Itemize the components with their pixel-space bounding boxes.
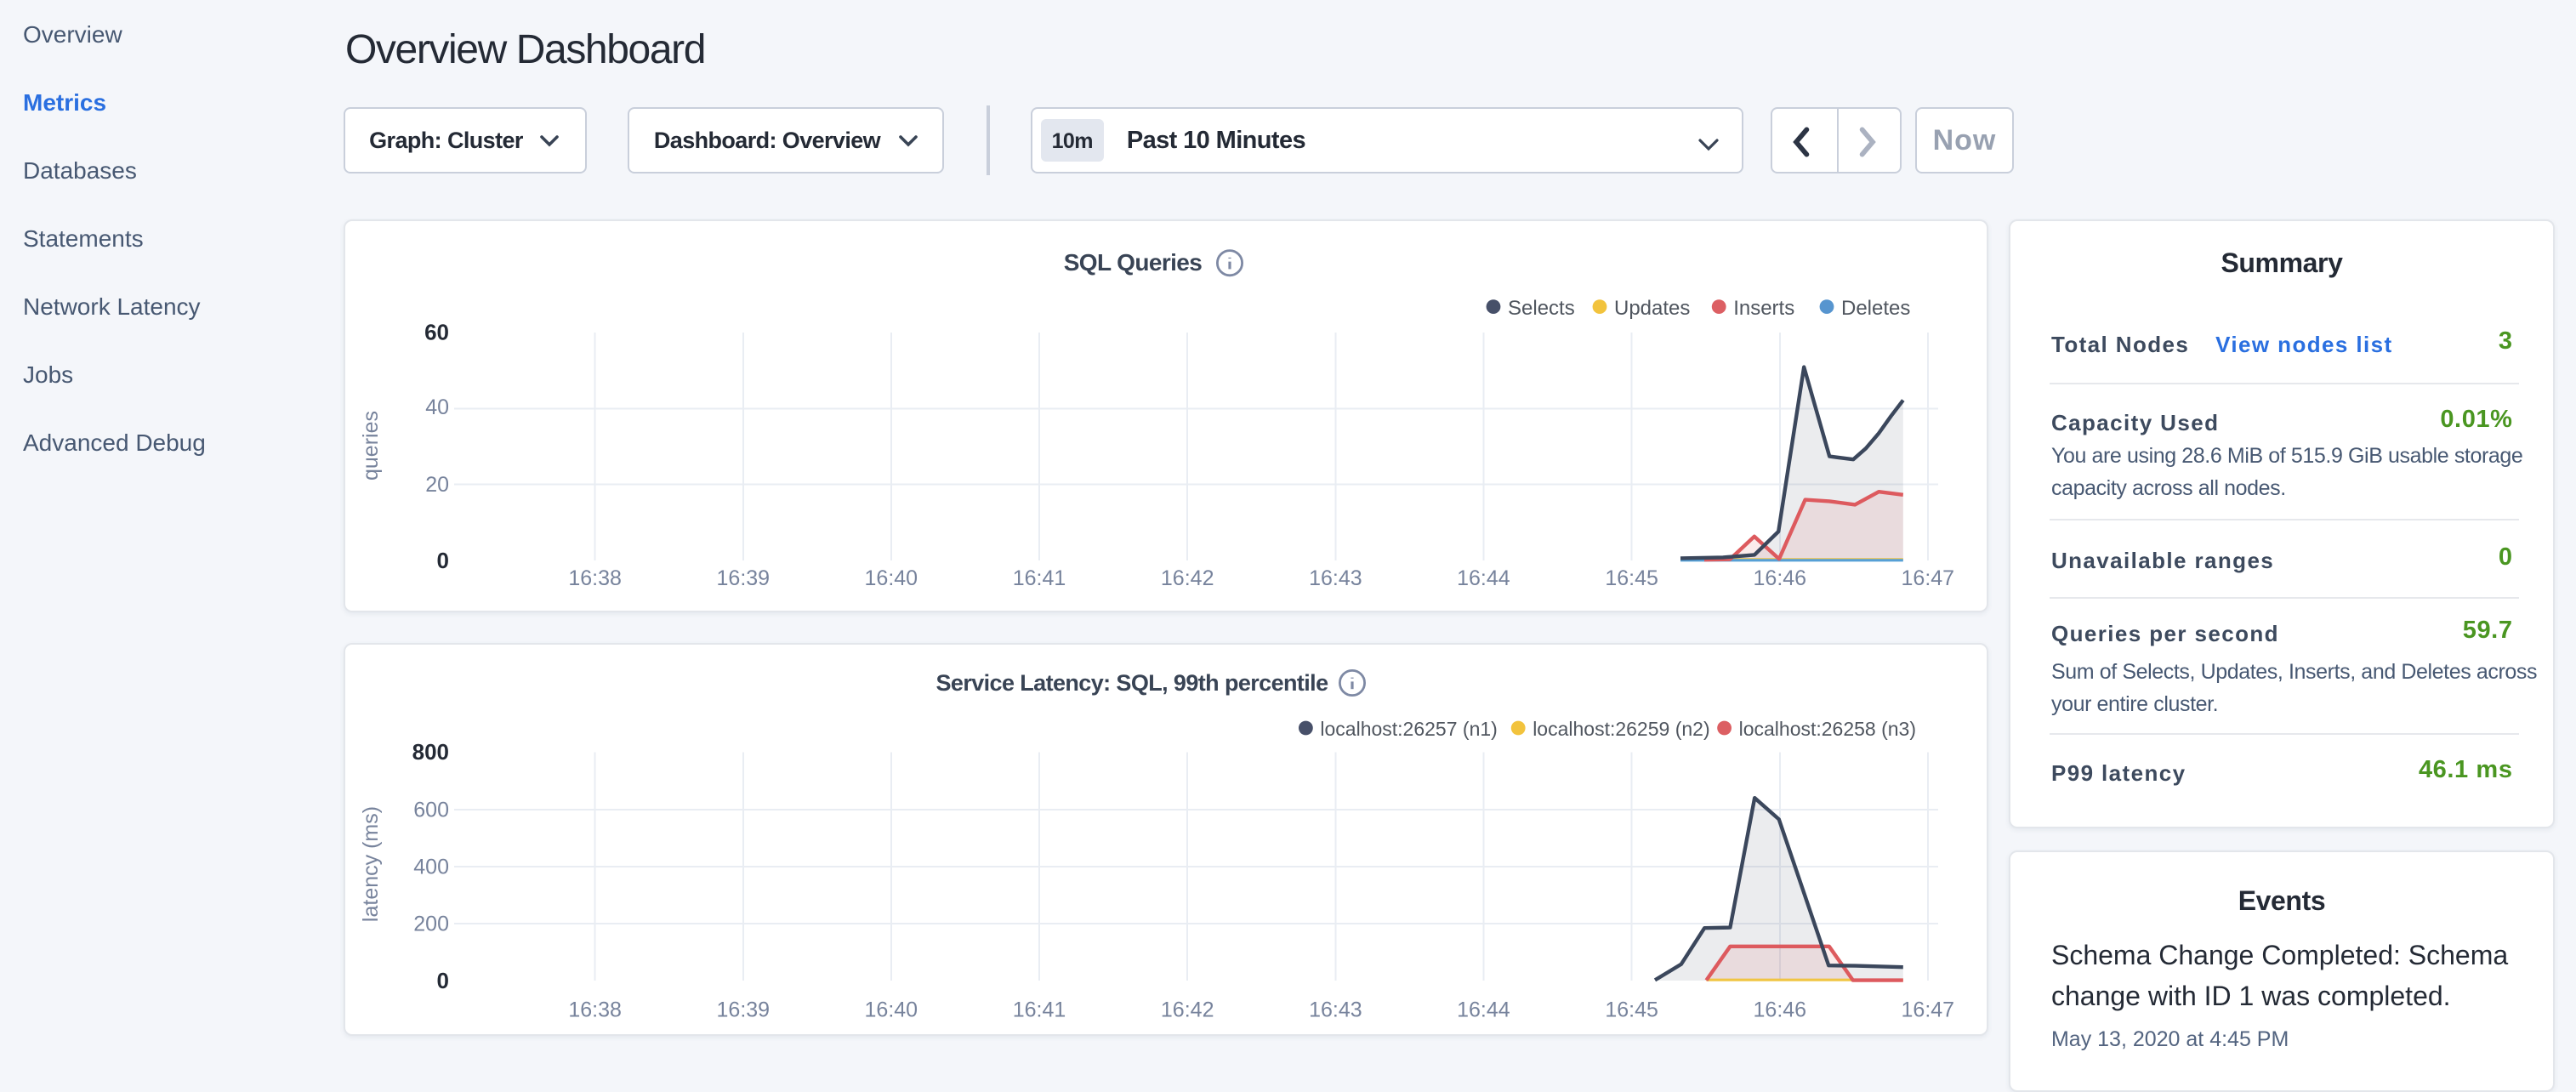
svg-text:Deletes: Deletes xyxy=(1841,296,1910,319)
svg-text:16:41: 16:41 xyxy=(1013,566,1066,590)
svg-text:800: 800 xyxy=(412,739,449,765)
svg-text:16:44: 16:44 xyxy=(1457,998,1510,1022)
svg-text:20: 20 xyxy=(425,472,449,496)
svg-text:latency (ms): latency (ms) xyxy=(359,806,383,922)
svg-text:16:47: 16:47 xyxy=(1902,998,1955,1022)
svg-text:16:38: 16:38 xyxy=(568,566,622,590)
svg-text:60: 60 xyxy=(424,319,449,344)
svg-text:16:44: 16:44 xyxy=(1457,566,1510,590)
svg-text:16:43: 16:43 xyxy=(1309,566,1362,590)
svg-text:0: 0 xyxy=(437,968,449,993)
svg-text:16:45: 16:45 xyxy=(1605,566,1658,590)
svg-text:16:39: 16:39 xyxy=(717,566,771,590)
svg-text:16:42: 16:42 xyxy=(1161,566,1214,590)
svg-text:16:42: 16:42 xyxy=(1161,998,1214,1022)
svg-text:Selects: Selects xyxy=(1508,296,1575,319)
svg-text:16:38: 16:38 xyxy=(568,998,622,1022)
svg-text:400: 400 xyxy=(413,855,449,879)
svg-text:16:39: 16:39 xyxy=(717,998,771,1022)
svg-text:200: 200 xyxy=(413,913,449,936)
svg-text:16:40: 16:40 xyxy=(865,998,918,1022)
svg-text:16:40: 16:40 xyxy=(865,566,918,590)
svg-text:localhost:26257 (n1): localhost:26257 (n1) xyxy=(1320,718,1497,740)
svg-text:600: 600 xyxy=(413,798,449,822)
svg-text:16:47: 16:47 xyxy=(1902,566,1955,590)
svg-text:16:43: 16:43 xyxy=(1309,998,1362,1022)
svg-text:Service Latency: SQL, 99th per: Service Latency: SQL, 99th percentile xyxy=(936,670,1329,696)
svg-text:16:46: 16:46 xyxy=(1754,998,1807,1022)
svg-text:Inserts: Inserts xyxy=(1733,296,1794,319)
svg-text:0: 0 xyxy=(437,547,449,572)
svg-text:16:45: 16:45 xyxy=(1605,998,1658,1022)
svg-text:Updates: Updates xyxy=(1614,296,1690,319)
svg-text:16:41: 16:41 xyxy=(1013,998,1066,1022)
svg-text:queries: queries xyxy=(359,410,383,480)
svg-text:16:46: 16:46 xyxy=(1754,566,1807,590)
svg-text:40: 40 xyxy=(425,395,449,418)
svg-text:SQL Queries: SQL Queries xyxy=(1064,248,1203,275)
svg-text:localhost:26258 (n3): localhost:26258 (n3) xyxy=(1739,718,1916,740)
svg-text:localhost:26259 (n2): localhost:26259 (n2) xyxy=(1533,718,1709,740)
